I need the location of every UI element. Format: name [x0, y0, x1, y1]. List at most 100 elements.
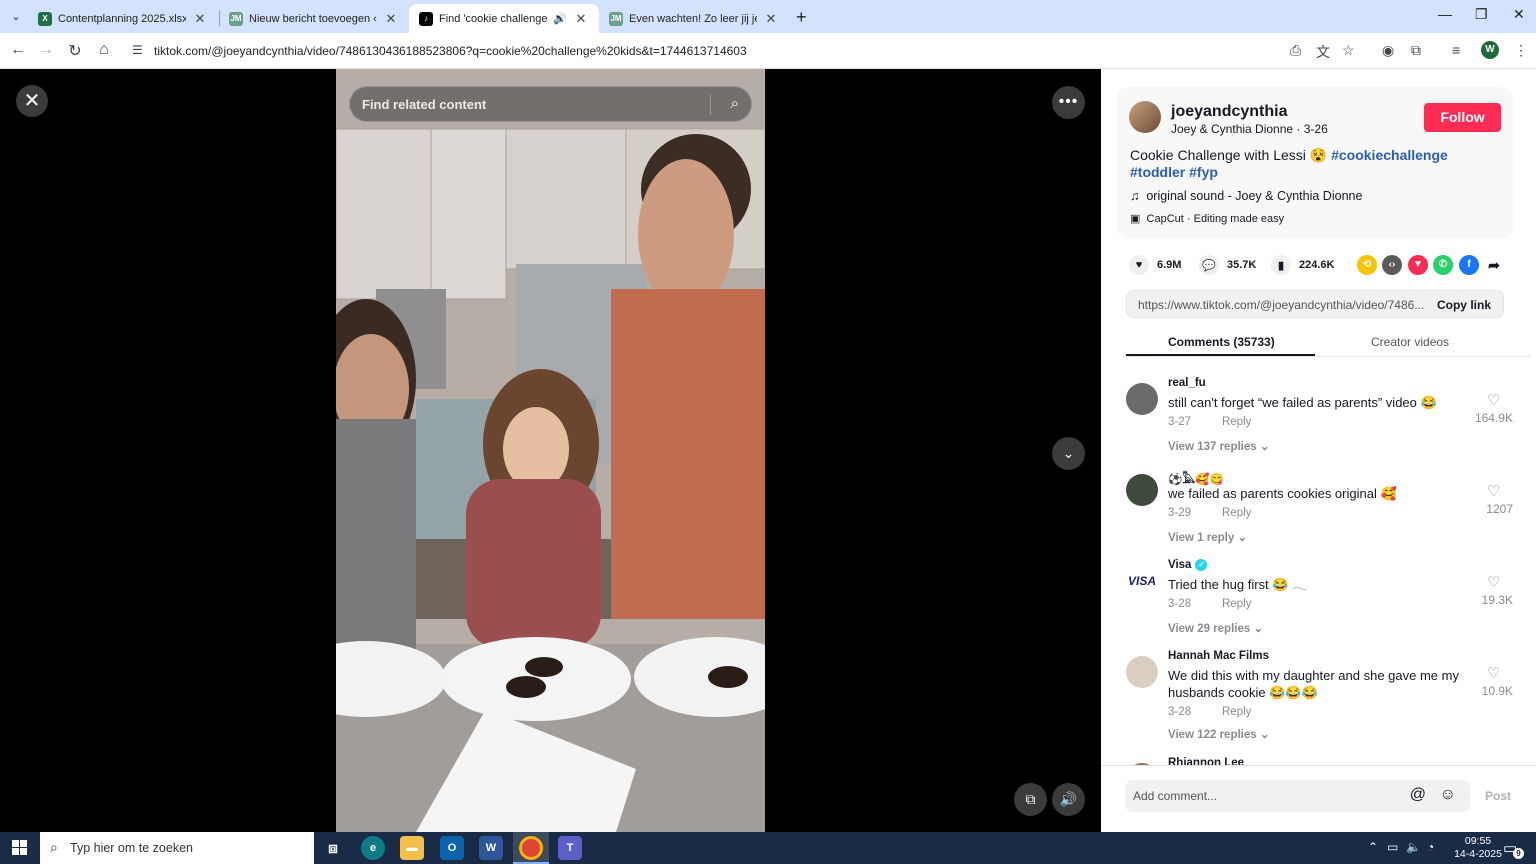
hashtag-link[interactable]: #fyp [1189, 164, 1218, 180]
media-control-icon[interactable]: ≡ [1452, 42, 1460, 58]
close-tab-icon[interactable]: ✕ [192, 11, 208, 27]
minimize-icon[interactable]: — [1438, 6, 1452, 22]
url-text[interactable]: tiktok.com/@joeyandcynthia/video/7486130… [154, 44, 747, 58]
bookmark-star-icon[interactable]: ☆ [1342, 42, 1355, 59]
share-arrow-icon[interactable]: ➦ [1484, 255, 1504, 275]
post-button[interactable]: Post [1485, 789, 1511, 803]
creator-avatar[interactable] [1129, 101, 1161, 133]
browser-tab-excel[interactable]: X Contentplanning 2025.xlsx ✕ [28, 4, 218, 33]
chrome-menu-icon[interactable]: ⋮ [1514, 42, 1528, 59]
embed-icon[interactable]: ‹› [1382, 255, 1402, 275]
tray-chevron-icon[interactable]: ⌃ [1368, 840, 1378, 854]
emoji-icon[interactable]: ☺ [1440, 786, 1456, 804]
follow-button[interactable]: Follow [1424, 103, 1501, 132]
mention-icon[interactable]: @ [1410, 786, 1426, 804]
browser-tab-nieuw-bericht[interactable]: JM Nieuw bericht toevoegen ‹ J/M ✕ [219, 4, 409, 33]
commenter-name[interactable]: real_fu [1168, 377, 1206, 389]
taskbar-clock[interactable]: 09:55 14-4-2025 [1454, 835, 1502, 861]
windows-start-icon[interactable] [12, 840, 27, 855]
battery-icon[interactable]: ▭ [1387, 840, 1398, 854]
capcut-icon: ▣ [1130, 213, 1141, 225]
close-tab-icon[interactable]: ✕ [573, 11, 589, 27]
translate-icon[interactable]: 文 [1316, 42, 1330, 62]
comment-like-icon[interactable]: ♡ [1487, 573, 1500, 591]
find-related-search[interactable]: Find related content ⌕ [349, 86, 752, 122]
tab-comments[interactable]: Comments (35733) [1168, 335, 1275, 349]
reply-button[interactable]: Reply [1222, 416, 1251, 428]
taskbar-search[interactable]: ⌕ Typ hier om te zoeken [40, 832, 314, 864]
like-button[interactable]: ♥ 6.9M [1129, 255, 1181, 275]
notification-count: 9 [1513, 848, 1524, 859]
file-explorer-icon[interactable]: ▬ [400, 836, 424, 860]
new-tab-icon[interactable]: + [796, 7, 807, 28]
comment-list[interactable]: real_fu still can't forget “we failed as… [1101, 365, 1536, 765]
comment-input[interactable]: Add comment... @ ☺ [1125, 780, 1470, 812]
send-icon[interactable]: ▼ [1408, 255, 1428, 275]
next-video-chevron-icon[interactable]: ⌄ [1052, 437, 1085, 470]
reply-button[interactable]: Reply [1222, 598, 1251, 610]
address-bar[interactable]: ☰ tiktok.com/@joeyandcynthia/video/74861… [124, 36, 1370, 66]
repost-icon[interactable]: ⟲ [1357, 255, 1377, 275]
view-replies-button[interactable]: View 137 replies ⌄ [1168, 439, 1269, 453]
picture-in-picture-icon[interactable]: ⧉ [1014, 783, 1047, 816]
profile-avatar[interactable]: W [1481, 41, 1499, 59]
volume-icon[interactable]: 🔊 [1052, 783, 1085, 816]
tab-creator-videos[interactable]: Creator videos [1371, 335, 1449, 349]
hashtag-link[interactable]: #toddler [1130, 164, 1185, 180]
comment-like-icon[interactable]: ♡ [1487, 482, 1500, 500]
close-tab-icon[interactable]: ✕ [383, 11, 399, 27]
comment-like-icon[interactable]: ♡ [1487, 391, 1500, 409]
close-window-icon[interactable]: ✕ [1513, 6, 1525, 23]
wifi-icon[interactable]: ◔ [1427, 840, 1434, 854]
extension-shield-icon[interactable]: ◉ [1382, 42, 1394, 59]
commenter-name[interactable]: Visa ✓ [1168, 559, 1208, 571]
hashtag-link[interactable]: #cookiechallenge [1331, 147, 1448, 163]
comment-button[interactable]: 💬 35.7K [1199, 255, 1256, 275]
comment-like-count: 164.9K [1474, 411, 1513, 425]
browser-tab-tiktok[interactable]: ♪ Find 'cookie challenge kids' 🔊 ✕ [409, 4, 599, 33]
search-icon[interactable]: ⌕ [731, 95, 739, 112]
view-replies-button[interactable]: View 1 reply ⌄ [1168, 530, 1247, 544]
reply-button[interactable]: Reply [1222, 507, 1251, 519]
outlook-icon[interactable]: O [440, 836, 464, 860]
edge-icon[interactable]: e [361, 836, 385, 860]
commenter-avatar[interactable] [1126, 474, 1158, 506]
creator-username[interactable]: joeyandcynthia [1171, 103, 1287, 121]
comment-like-icon[interactable]: ♡ [1487, 664, 1500, 682]
browser-tab-even-wachten[interactable]: JM Even wachten! Zo leer jij je kind ✕ [599, 4, 789, 33]
commenter-name[interactable]: Hannah Mac Films [1168, 650, 1269, 662]
commenter-avatar[interactable] [1126, 383, 1158, 415]
view-replies-button[interactable]: View 29 replies ⌄ [1168, 621, 1263, 635]
tab-search-icon[interactable]: ⌄ [6, 6, 26, 26]
commenter-avatar[interactable] [1126, 656, 1158, 688]
chrome-icon[interactable] [519, 836, 543, 860]
video-frame[interactable] [336, 69, 765, 832]
capcut-link[interactable]: ▣ CapCut · Editing made easy [1130, 212, 1284, 225]
sound-link[interactable]: ♫ original sound - Joey & Cynthia Dionne [1130, 189, 1362, 203]
speaker-muted-icon[interactable]: 🔈 [1406, 840, 1421, 854]
reply-button[interactable]: Reply [1222, 706, 1251, 718]
restore-icon[interactable]: ❐ [1475, 6, 1488, 23]
view-replies-button[interactable]: View 122 replies ⌄ [1168, 727, 1269, 741]
install-app-icon[interactable]: ⎙ [1290, 42, 1301, 59]
home-icon[interactable]: ⌂ [94, 41, 114, 59]
teams-icon[interactable]: T [558, 836, 582, 860]
word-icon[interactable]: W [479, 836, 503, 860]
more-options-icon[interactable]: ••• [1052, 86, 1085, 119]
whatsapp-icon[interactable]: ✆ [1433, 255, 1453, 275]
extensions-puzzle-icon[interactable]: ⧉ [1411, 42, 1421, 59]
task-view-icon[interactable]: ⧈ [321, 836, 345, 860]
commenter-name[interactable]: Rhiannon Lee [1168, 757, 1244, 765]
facebook-icon[interactable]: f [1459, 255, 1479, 275]
close-tab-icon[interactable]: ✕ [763, 11, 779, 27]
site-info-icon[interactable]: ☰ [132, 43, 143, 57]
back-icon[interactable]: ← [8, 41, 28, 59]
copy-link-button[interactable]: Copy link [1437, 298, 1491, 312]
save-button[interactable]: ▮ 224.6K [1271, 255, 1334, 275]
forward-icon[interactable]: → [36, 41, 56, 59]
reload-icon[interactable]: ↻ [65, 41, 85, 61]
close-video-icon[interactable]: ✕ [16, 85, 48, 117]
speaker-icon[interactable]: 🔊 [553, 12, 567, 25]
verified-badge-icon: ✓ [1195, 559, 1208, 571]
visa-logo-avatar[interactable]: VISA [1126, 565, 1158, 597]
